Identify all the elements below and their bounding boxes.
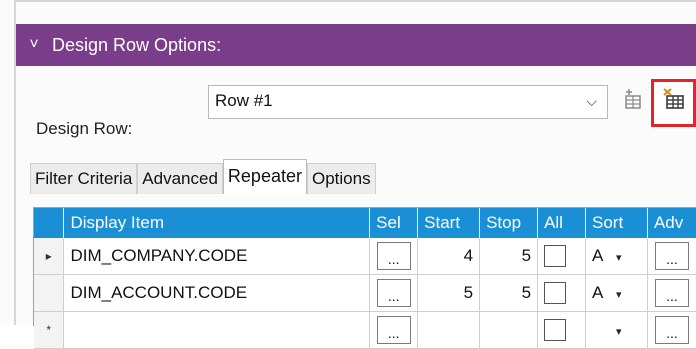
cell-sort[interactable]: A ▾: [585, 274, 648, 312]
row-selector-new[interactable]: *: [34, 311, 65, 349]
panel-top-border: [14, 0, 696, 2]
sort-dropdown-icon[interactable]: ▾: [616, 251, 622, 264]
sort-value: A: [592, 283, 604, 302]
grid-header-row: Display Item Sel Start Stop All Sort Adv: [34, 208, 696, 238]
table-row[interactable]: DIM_ACCOUNT.CODE ... 5 5 A ▾ ...: [34, 274, 696, 312]
collapse-chevron-icon[interactable]: ˅: [16, 36, 52, 54]
grid-corner-cell: [34, 208, 65, 238]
cell-display-item[interactable]: DIM_ACCOUNT.CODE: [63, 274, 371, 312]
design-row-label: Design Row:: [36, 119, 133, 138]
sort-value: A: [592, 246, 604, 265]
tab-repeater[interactable]: Repeater: [222, 159, 307, 194]
cell-adv: ...: [647, 311, 696, 349]
cell-start[interactable]: 4: [417, 238, 481, 275]
cell-display-item[interactable]: [63, 311, 371, 349]
cell-start[interactable]: [417, 311, 481, 349]
chevron-down-icon[interactable]: ⌵: [586, 93, 597, 110]
cell-sort[interactable]: A ▾: [585, 238, 648, 275]
cell-all: [537, 274, 587, 312]
all-checkbox[interactable]: [544, 319, 567, 341]
adv-ellipsis-button[interactable]: ...: [654, 279, 689, 307]
tab-options[interactable]: Options: [306, 163, 376, 194]
cell-sel: ...: [369, 311, 419, 349]
row-selector[interactable]: [34, 274, 65, 312]
design-row-select[interactable]: Row #1 ⌵: [208, 85, 608, 119]
repeater-grid: Display Item Sel Start Stop All Sort Adv…: [33, 207, 696, 349]
all-checkbox[interactable]: [544, 282, 567, 304]
cell-all: [537, 311, 587, 349]
panel-header[interactable]: ˅ Design Row Options:: [16, 24, 696, 66]
delete-row-icon[interactable]: [661, 87, 687, 113]
cell-display-item[interactable]: DIM_COMPANY.CODE: [63, 238, 371, 275]
table-row-new[interactable]: * ... ▾ ...: [34, 311, 696, 349]
repeater-table: Display Item Sel Start Stop All Sort Adv…: [34, 208, 696, 349]
options-tabs: Filter Criteria Advanced Repeater Option…: [30, 159, 376, 194]
cell-sel: ...: [369, 238, 419, 275]
column-header-all[interactable]: All: [537, 208, 587, 238]
column-header-sel[interactable]: Sel: [369, 208, 419, 238]
cell-sort[interactable]: ▾: [585, 311, 648, 349]
cell-stop[interactable]: [479, 311, 539, 349]
sel-ellipsis-button[interactable]: ...: [376, 316, 411, 344]
panel-title: Design Row Options:: [52, 34, 222, 55]
sort-dropdown-icon[interactable]: ▾: [616, 325, 622, 338]
column-header-stop[interactable]: Stop: [479, 208, 539, 238]
cell-stop[interactable]: 5: [479, 274, 539, 312]
column-header-start[interactable]: Start: [417, 208, 481, 238]
row-selector-current[interactable]: ▸: [34, 238, 65, 275]
tab-advanced[interactable]: Advanced: [137, 163, 223, 194]
column-header-display-item[interactable]: Display Item: [63, 208, 371, 238]
all-checkbox[interactable]: [544, 245, 567, 267]
adv-ellipsis-button[interactable]: ...: [654, 242, 689, 270]
cell-sel: ...: [369, 274, 419, 312]
design-row-options-panel: ˅ Design Row Options: Design Row: Row #1…: [0, 0, 696, 349]
tab-filter-criteria[interactable]: Filter Criteria: [30, 163, 138, 194]
cell-all: [537, 238, 587, 275]
cell-start[interactable]: 5: [417, 274, 481, 312]
sort-dropdown-icon[interactable]: ▾: [616, 288, 622, 301]
cell-stop[interactable]: 5: [479, 238, 539, 275]
column-header-adv[interactable]: Adv: [647, 208, 696, 238]
table-row[interactable]: ▸ DIM_COMPANY.CODE ... 4 5 A ▾ ...: [34, 238, 696, 275]
sel-ellipsis-button[interactable]: ...: [376, 279, 411, 307]
cell-adv: ...: [647, 274, 696, 312]
design-row-value: Row #1: [215, 91, 273, 110]
sel-ellipsis-button[interactable]: ...: [376, 242, 411, 270]
insert-row-icon[interactable]: [618, 86, 646, 114]
cell-adv: ...: [647, 238, 696, 275]
column-header-sort[interactable]: Sort: [585, 208, 648, 238]
adv-ellipsis-button[interactable]: ...: [654, 316, 689, 344]
